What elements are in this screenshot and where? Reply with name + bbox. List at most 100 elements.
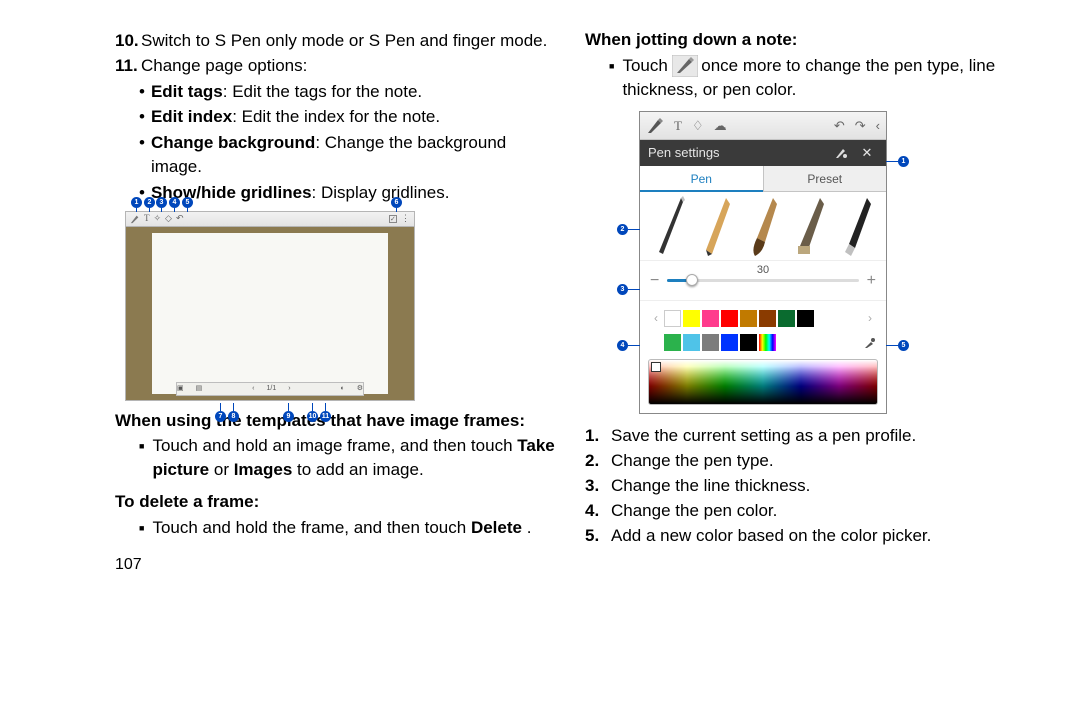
prev-page-icon[interactable]: ‹ [252,384,254,394]
editor-bottom-bar: ▣ ▤ ‹ 1/1 › ◐ ⚙ [176,382,364,396]
text: Touch [622,56,672,75]
menu-icon[interactable]: ⋮ [401,212,410,225]
editor-canvas-area: ▣ ▤ ‹ 1/1 › ◐ ⚙ [125,227,415,401]
color-swatch[interactable] [683,310,700,327]
color-swatch[interactable] [778,310,795,327]
color-swatch[interactable] [759,334,776,351]
note-editor-figure: 1 2 3 4 5 6 7 8 9 10 11 T ✧ ◇ ↶ ✓ [125,211,415,401]
pen-tool-icon[interactable] [130,214,140,224]
editor-page[interactable] [152,233,388,394]
pen-type-brush[interactable] [740,196,785,256]
options-icon[interactable]: ⚙ [357,384,363,394]
manual-page: 10. Switch to S Pen only mode or S Pen a… [0,0,1080,594]
eyedropper-icon[interactable] [862,335,878,349]
callout-3: 3 [617,284,628,295]
text: to add an image. [297,460,424,479]
callout-2: 2 [617,224,628,235]
color-swatch[interactable] [702,334,719,351]
step-2: 2.Change the pen type. [585,449,1025,473]
close-icon[interactable]: ✕ [856,144,878,162]
slider-track[interactable] [667,279,858,282]
next-swatches-icon[interactable]: › [862,310,878,327]
color-swatch[interactable] [702,310,719,327]
prev-swatches-icon[interactable]: ‹ [648,310,664,327]
shape-tool-icon[interactable]: ◇ [165,212,172,225]
text-tool-icon[interactable]: T [144,212,150,225]
callout-4: 4 [617,340,628,351]
left-column: 10. Switch to S Pen only mode or S Pen a… [115,28,555,576]
list-number: 10. [115,29,141,53]
spen-mode-icon[interactable]: ◐ [340,384,344,394]
delete-instructions: Touch and hold the frame, and then touch… [139,516,555,540]
tab-preset[interactable]: Preset [763,166,887,192]
page-indicator: 1/1 [267,384,277,394]
color-swatch[interactable] [683,334,700,351]
option-desc: : Display gridlines. [312,183,450,202]
pen-type-pencil[interactable] [693,196,738,256]
thickness-value: 30 [640,263,886,278]
option-desc: : Edit the tags for the note. [223,82,422,101]
redo-icon[interactable]: ↷ [855,117,866,135]
pen-settings-titlebar: Pen settings ✕ [640,140,886,166]
pen-type-calligraphy[interactable] [835,196,880,256]
action-images: Images [234,460,293,479]
color-swatch[interactable] [740,310,757,327]
pen-type-selector [640,192,886,260]
option-name: Show/hide gridlines [151,183,312,202]
eraser-tool-icon[interactable]: ♢ [692,117,704,135]
color-swatch[interactable] [721,334,738,351]
slider-knob[interactable] [686,274,698,286]
editor-toolbar: T ♢ ☁ ↶ ↷ ‹ [640,112,886,140]
jotting-instructions: Touch once more to change the pen type, … [609,54,1025,102]
checkbox-icon[interactable]: ✓ [389,215,397,223]
action-delete: Delete [471,518,522,537]
editor-toolbar: T ✧ ◇ ↶ ✓ ⋮ [125,211,415,227]
heading-delete-frame: To delete a frame: [115,490,555,514]
save-profile-icon[interactable] [834,146,856,160]
list-item-11: 11. Change page options: [115,54,555,78]
pen-type-fine[interactable] [646,196,691,256]
color-picker-gradient[interactable] [648,359,878,405]
list-number: 11. [115,54,141,78]
color-swatch[interactable] [664,310,681,327]
undo-icon[interactable]: ↶ [834,117,845,135]
text-tool-icon[interactable]: T [674,117,682,135]
page-options-list: Edit tags: Edit the tags for the note. E… [139,80,555,205]
link-icon[interactable]: ▤ [196,384,203,394]
pen-tool-icon[interactable] [646,117,664,135]
collapse-icon[interactable]: ‹ [876,117,880,135]
templates-instructions: Touch and hold an image frame, and then … [139,434,555,482]
attach-icon[interactable]: ▣ [177,384,184,394]
pen-type-highlighter[interactable] [788,196,833,256]
callout-5: 5 [898,340,909,351]
text: or [214,460,234,479]
step-4: 4.Change the pen color. [585,499,1025,523]
heading-jotting: When jotting down a note: [585,28,1025,52]
text: . [527,518,532,537]
option-name: Change background [151,133,315,152]
option-desc: : Edit the index for the note. [232,107,440,126]
list-item-10: 10. Switch to S Pen only mode or S Pen a… [115,29,555,53]
step-3: 3.Change the line thickness. [585,474,1025,498]
color-swatch[interactable] [664,334,681,351]
undo-icon[interactable]: ↶ [176,212,184,225]
eraser-tool-icon[interactable]: ✧ [154,212,162,225]
color-swatch[interactable] [740,334,757,351]
step-5: 5.Add a new color based on the color pic… [585,524,1025,548]
pen-settings-figure: 1 2 3 4 5 T ♢ ☁ ↶ ↷ ‹ Pen settings [639,111,887,414]
color-swatch[interactable] [721,310,738,327]
page-number: 107 [115,554,555,576]
next-page-icon[interactable]: › [288,384,290,394]
pen-settings-tabs: Pen Preset [640,166,886,192]
callout-1: 1 [898,156,909,167]
color-swatches: ‹ › [640,300,886,355]
heading-templates: When using the templates that have image… [115,409,555,433]
pen-tool-inline-icon [672,55,698,77]
color-swatch[interactable] [759,310,776,327]
title: Pen settings [648,144,720,162]
thickness-slider: 30 − + [640,260,886,300]
color-swatch[interactable] [797,310,814,327]
option-name: Edit index [151,107,232,126]
cloud-tool-icon[interactable]: ☁ [714,117,727,135]
tab-pen[interactable]: Pen [640,166,763,192]
